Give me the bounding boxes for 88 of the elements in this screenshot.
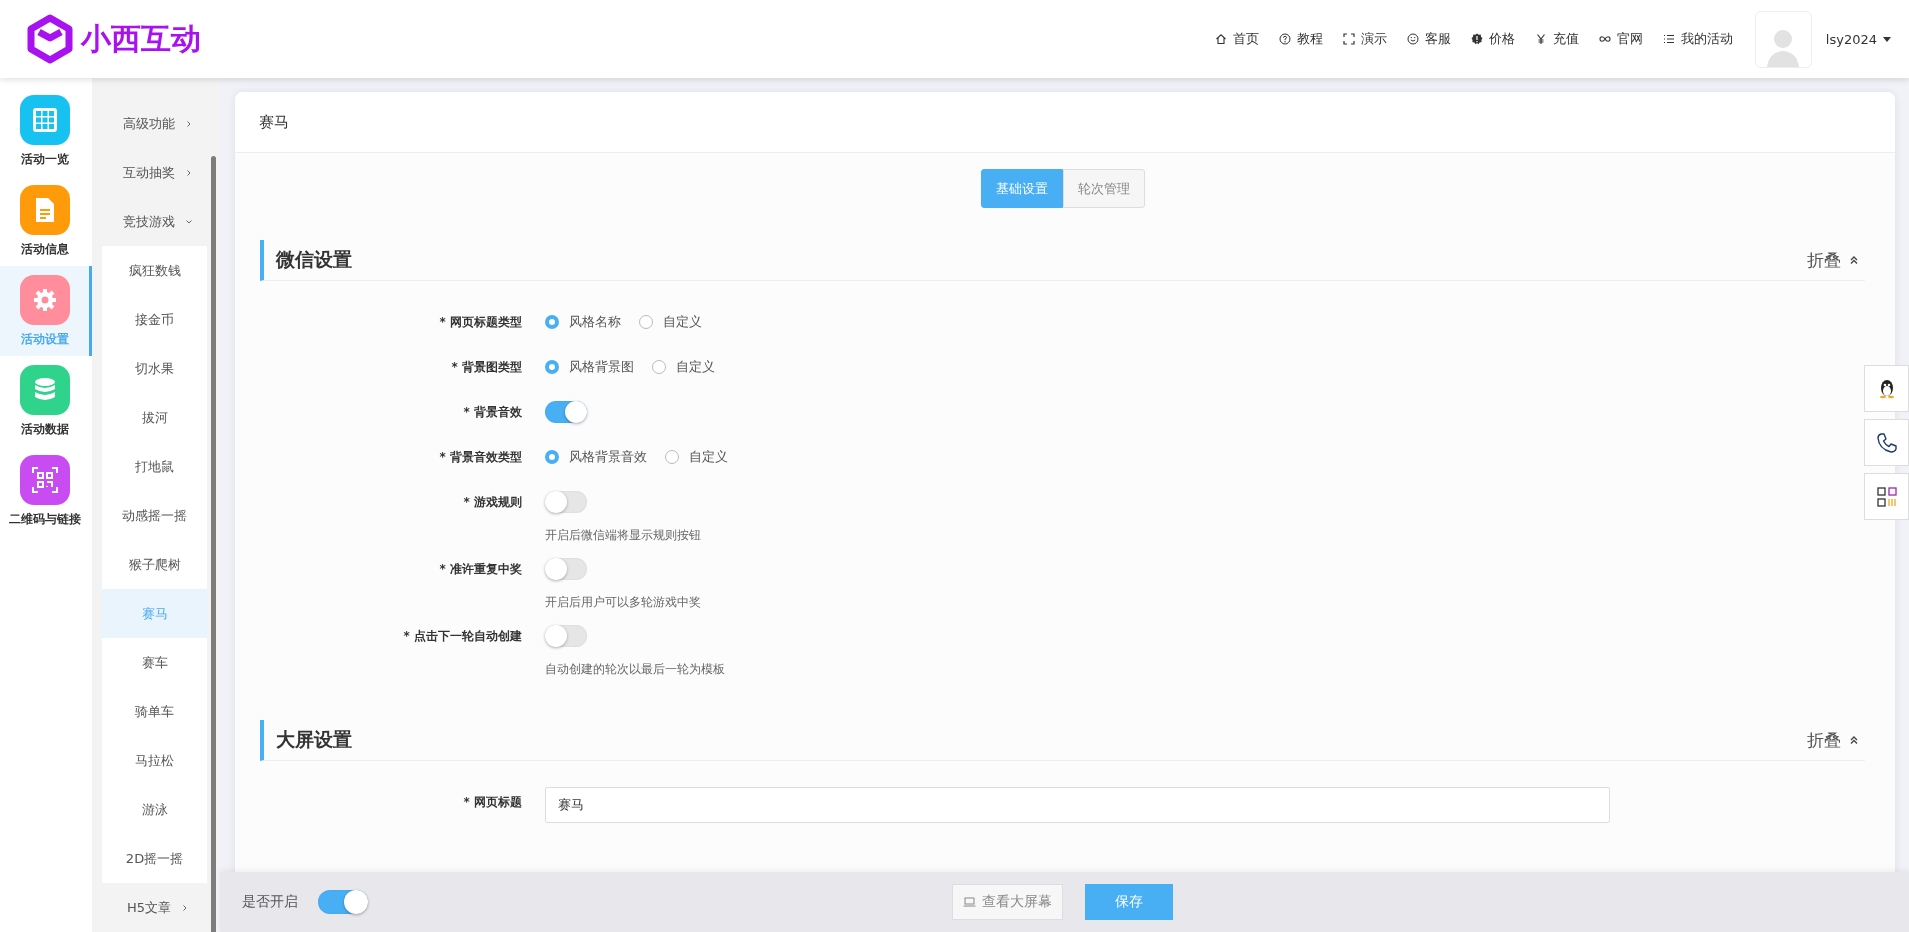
infinity-icon xyxy=(1598,33,1611,45)
sidebar-item[interactable]: 活动信息 xyxy=(0,176,92,266)
nav-link[interactable]: 价格 xyxy=(1470,30,1515,48)
toggle-switch[interactable] xyxy=(545,625,587,647)
penguin-icon xyxy=(1877,378,1896,399)
radio-option[interactable]: 风格背景音效 xyxy=(545,448,647,466)
nav-link[interactable]: 充值 xyxy=(1534,30,1579,48)
phone-icon xyxy=(1875,431,1898,454)
input-field[interactable]: 赛马 xyxy=(545,787,1610,823)
toggle-switch[interactable] xyxy=(545,491,587,513)
field-label: * 网页标题类型 xyxy=(438,314,523,331)
radio-option[interactable]: 自定义 xyxy=(639,313,702,331)
field-label: * 背景音效 xyxy=(462,404,523,421)
qr-code-icon xyxy=(31,466,58,493)
grid-icon xyxy=(31,106,58,133)
nav-link[interactable]: 官网 xyxy=(1598,30,1643,48)
field-label: * 背景图类型 xyxy=(450,359,523,376)
chevron-right-icon xyxy=(185,168,193,177)
collapse-link[interactable]: 折叠 xyxy=(1807,248,1859,272)
menu-item[interactable]: 马拉松 xyxy=(102,736,207,785)
hint-text: 开启后用户可以多轮游戏中奖 xyxy=(545,594,701,611)
menu-group[interactable]: 互动抽奖 xyxy=(92,148,220,197)
field-label: * 网页标题 xyxy=(462,794,523,811)
menu-item[interactable]: 赛车 xyxy=(102,638,207,687)
logo-text: 小西互动 xyxy=(81,19,201,58)
menu-item[interactable]: 切水果 xyxy=(102,344,207,393)
menu-item[interactable]: 拔河 xyxy=(102,393,207,442)
toggle-switch[interactable] xyxy=(318,890,368,914)
scrollbar[interactable] xyxy=(211,156,216,932)
nav-link[interactable]: 客服 xyxy=(1406,30,1451,48)
field-label: * 准许重复中奖 xyxy=(438,561,523,578)
menu-item[interactable]: 打地鼠 xyxy=(102,442,207,491)
nav-link[interactable]: 首页 xyxy=(1214,30,1259,48)
chevron-right-icon xyxy=(181,903,189,912)
collapse-link[interactable]: 折叠 xyxy=(1807,728,1859,752)
section-title: 大屏设置 xyxy=(276,727,352,752)
apps-icon xyxy=(1876,486,1897,507)
penguin-button[interactable] xyxy=(1864,365,1909,412)
smiley-icon xyxy=(1406,33,1419,45)
home-icon xyxy=(1214,33,1227,45)
list-icon xyxy=(1662,33,1675,45)
settings-icon xyxy=(31,286,58,313)
sidebar-item[interactable]: 活动一览 xyxy=(0,86,92,176)
nav-link[interactable]: 我的活动 xyxy=(1662,30,1733,48)
menu-item[interactable]: 疯狂数钱 xyxy=(102,246,207,295)
fullscreen-icon xyxy=(1342,33,1355,45)
hint-text: 自动创建的轮次以最后一轮为模板 xyxy=(545,661,725,678)
badge-icon xyxy=(1470,33,1483,45)
menu-item[interactable]: 接金币 xyxy=(102,295,207,344)
laptop-icon xyxy=(963,897,976,907)
tab[interactable]: 轮次管理 xyxy=(1062,169,1145,208)
yen-icon xyxy=(1534,33,1547,45)
menu-item[interactable]: 动感摇一摇 xyxy=(102,491,207,540)
nav-link[interactable]: 教程 xyxy=(1278,30,1323,48)
menu-group[interactable]: 高级功能 xyxy=(92,99,220,148)
hint-text: 开启后微信端将显示规则按钮 xyxy=(545,527,701,544)
nav-link[interactable]: 演示 xyxy=(1342,30,1387,48)
phone-button[interactable] xyxy=(1864,419,1909,466)
user-menu[interactable]: lsy2024 xyxy=(1825,31,1891,47)
menu-group[interactable]: 竞技游戏 xyxy=(92,197,220,246)
field-label: * 游戏规则 xyxy=(462,494,523,511)
double-chevron-up-icon xyxy=(1849,735,1859,745)
menu-item[interactable]: 猴子爬树 xyxy=(102,540,207,589)
menu-item[interactable]: 2D摇一摇 xyxy=(102,834,207,883)
apps-button[interactable] xyxy=(1864,473,1909,520)
chevron-down-icon xyxy=(185,217,193,226)
section-title: 微信设置 xyxy=(276,247,352,272)
card-title: 赛马 xyxy=(235,92,1895,153)
preview-button[interactable]: 查看大屏幕 xyxy=(952,884,1063,920)
cube-logo-icon xyxy=(25,14,75,64)
double-chevron-up-icon xyxy=(1849,255,1859,265)
sidebar-item[interactable]: 二维码与链接 xyxy=(0,446,92,536)
field-label: * 背景音效类型 xyxy=(438,449,523,466)
menu-item[interactable]: 游泳 xyxy=(102,785,207,834)
caret-icon xyxy=(1883,36,1891,42)
help-icon xyxy=(1278,33,1291,45)
radio-option[interactable]: 自定义 xyxy=(665,448,728,466)
sidebar-item[interactable]: 活动数据 xyxy=(0,356,92,446)
field-label: * 点击下一轮自动创建 xyxy=(402,628,523,645)
radio-option[interactable]: 风格背景图 xyxy=(545,358,634,376)
menu-item[interactable]: 骑单车 xyxy=(102,687,207,736)
chevron-right-icon xyxy=(185,119,193,128)
radio-option[interactable]: 风格名称 xyxy=(545,313,621,331)
radio-option[interactable]: 自定义 xyxy=(652,358,715,376)
toggle-switch[interactable] xyxy=(545,401,587,423)
menu-group[interactable]: H5文章 xyxy=(92,883,220,932)
enable-label: 是否开启 xyxy=(242,893,298,911)
toggle-switch[interactable] xyxy=(545,558,587,580)
